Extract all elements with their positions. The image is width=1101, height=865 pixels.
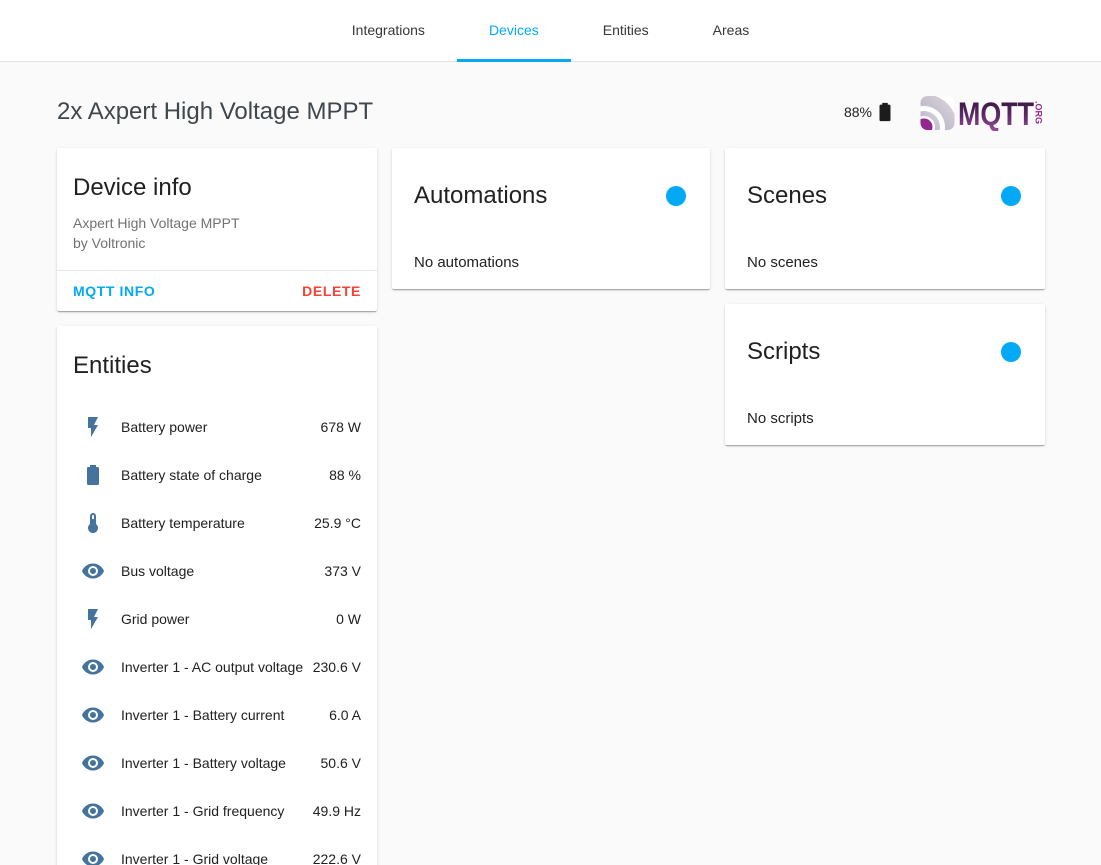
column-right: Scenes No scenes Scripts No scripts xyxy=(725,148,1045,445)
scenes-empty-text: No scenes xyxy=(747,254,1023,271)
eye-icon xyxy=(81,655,105,679)
eye-icon xyxy=(81,751,105,775)
tab-devices[interactable]: Devices xyxy=(457,0,571,62)
entity-row[interactable]: Battery temperature 25.9 °C xyxy=(73,499,361,547)
device-model: Axpert High Voltage MPPT xyxy=(73,213,361,233)
page-header: 2x Axpert High Voltage MPPT 88% xyxy=(57,92,1044,132)
battery-percent-label: 88% xyxy=(844,104,872,120)
scenes-title: Scenes xyxy=(747,180,827,212)
device-battery-indicator: 88% xyxy=(844,101,896,123)
column-left: Device info Axpert High Voltage MPPT by … xyxy=(57,148,377,865)
entities-title: Entities xyxy=(73,350,361,382)
plus-circle-icon xyxy=(999,184,1023,208)
card-grid: Device info Axpert High Voltage MPPT by … xyxy=(57,148,1044,865)
flash-icon xyxy=(81,415,105,439)
device-info-title: Device info xyxy=(73,172,361,204)
scripts-title: Scripts xyxy=(747,336,820,368)
device-info-card: Device info Axpert High Voltage MPPT by … xyxy=(57,148,377,311)
entity-row[interactable]: Inverter 1 - AC output voltage 230.6 V xyxy=(73,643,361,691)
tab-areas[interactable]: Areas xyxy=(681,0,782,62)
device-manufacturer: by Voltronic xyxy=(73,233,361,253)
eye-icon xyxy=(81,559,105,583)
mqtt-org-logo[interactable]: MQTT .ORG xyxy=(920,94,1044,131)
eye-icon xyxy=(81,799,105,823)
mqtt-logo-org-text: .ORG xyxy=(1034,101,1044,124)
entities-card: Entities Battery power 678 W Battery sta… xyxy=(57,326,377,865)
page-title: 2x Axpert High Voltage MPPT xyxy=(57,98,373,126)
mqtt-info-button[interactable]: MQTT INFO xyxy=(65,275,163,307)
mqtt-logo-text: MQTT xyxy=(958,96,1034,131)
entity-row[interactable]: Inverter 1 - Battery current 6.0 A xyxy=(73,691,361,739)
plus-circle-icon xyxy=(664,184,688,208)
scripts-card: Scripts No scripts xyxy=(725,304,1045,445)
header-right: 88% xyxy=(844,94,1044,131)
entity-row[interactable]: Battery state of charge 88 % xyxy=(73,451,361,499)
top-tab-bar: Integrations Devices Entities Areas xyxy=(0,0,1101,62)
tab-entities[interactable]: Entities xyxy=(571,0,681,62)
plus-circle-icon xyxy=(999,340,1023,364)
mqtt-logo-mark xyxy=(920,94,957,131)
entity-row[interactable]: Battery power 678 W xyxy=(73,403,361,451)
scenes-card: Scenes No scenes xyxy=(725,148,1045,289)
battery-icon xyxy=(81,463,105,487)
automations-empty-text: No automations xyxy=(414,254,688,271)
battery-icon xyxy=(874,101,896,123)
page-content: 2x Axpert High Voltage MPPT 88% xyxy=(0,92,1101,865)
entity-row[interactable]: Inverter 1 - Grid frequency 49.9 Hz xyxy=(73,787,361,835)
add-script-button[interactable] xyxy=(999,340,1023,364)
automations-title: Automations xyxy=(414,180,547,212)
thermometer-icon xyxy=(81,511,105,535)
entity-row[interactable]: Bus voltage 373 V xyxy=(73,547,361,595)
scripts-empty-text: No scripts xyxy=(747,410,1023,427)
add-scene-button[interactable] xyxy=(999,184,1023,208)
entity-row[interactable]: Grid power 0 W xyxy=(73,595,361,643)
device-actions: MQTT INFO DELETE xyxy=(57,270,377,311)
tab-integrations[interactable]: Integrations xyxy=(320,0,457,62)
delete-device-button[interactable]: DELETE xyxy=(294,275,369,307)
entity-row[interactable]: Inverter 1 - Grid voltage 222.6 V xyxy=(73,835,361,865)
eye-icon xyxy=(81,703,105,727)
flash-icon xyxy=(81,607,105,631)
eye-icon xyxy=(81,847,105,865)
entity-row[interactable]: Inverter 1 - Battery voltage 50.6 V xyxy=(73,739,361,787)
add-automation-button[interactable] xyxy=(664,184,688,208)
entities-list: Battery power 678 W Battery state of cha… xyxy=(73,403,361,865)
automations-card: Automations No automations xyxy=(392,148,710,289)
column-middle: Automations No automations xyxy=(392,148,710,289)
